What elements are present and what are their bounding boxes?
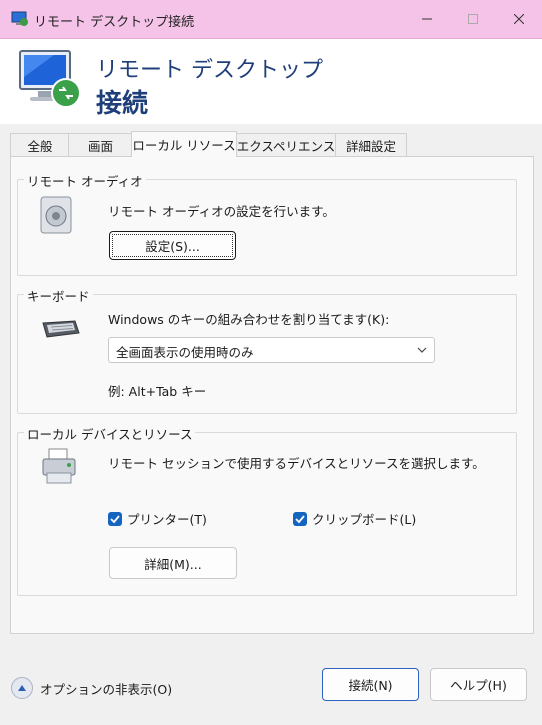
checkmark-icon xyxy=(293,511,307,526)
group-label-keyboard: キーボード xyxy=(24,286,93,305)
hide-options-label: オプションの非表示(O) xyxy=(40,681,173,697)
minimize-button[interactable] xyxy=(404,0,450,38)
remote-desktop-app-icon[interactable] xyxy=(11,11,29,27)
keyboard-icon xyxy=(39,317,81,344)
audio-settings-button[interactable]: 設定(S)... xyxy=(109,231,236,260)
audio-description: リモート オーディオの設定を行います。 xyxy=(108,204,335,219)
keyboard-select-value: 全画面表示の使用時のみ xyxy=(116,345,254,360)
group-remote-audio: リモート オーディオ xyxy=(17,171,517,276)
tab-display[interactable]: 画面 xyxy=(68,133,133,156)
connect-button[interactable]: 接続(N) xyxy=(322,668,419,701)
banner-title-line2: 接続 xyxy=(96,89,149,119)
tab-local-resources[interactable]: ローカル リソース xyxy=(131,131,237,157)
speaker-icon xyxy=(39,195,75,238)
clipboard-checkbox[interactable]: クリップボード(L) xyxy=(293,509,416,528)
close-button[interactable] xyxy=(496,0,542,38)
banner: リモート デスクトップ 接続 xyxy=(0,39,542,124)
maximize-icon xyxy=(468,14,478,24)
remote-desktop-monitor-icon xyxy=(14,45,86,117)
printers-label: プリンター(T) xyxy=(127,512,207,527)
hide-options-toggle[interactable]: オプションの非表示(O) xyxy=(11,677,172,699)
maximize-button[interactable] xyxy=(450,0,496,38)
keyboard-description: Windows のキーの組み合わせを割り当てます(K): xyxy=(108,312,390,327)
checkmark-icon xyxy=(108,511,122,526)
window-title: リモート デスクトップ接続 xyxy=(34,15,195,30)
minimize-icon xyxy=(422,18,432,20)
clipboard-label: クリップボード(L) xyxy=(312,512,417,527)
keyboard-combination-select[interactable]: 全画面表示の使用時のみ xyxy=(108,337,435,363)
help-button[interactable]: ヘルプ(H) xyxy=(430,668,527,701)
close-icon xyxy=(514,14,524,24)
tab-general[interactable]: 全般 xyxy=(10,133,70,156)
chevron-down-icon xyxy=(416,344,428,359)
group-label-remote-audio: リモート オーディオ xyxy=(24,171,146,190)
tab-panel-local-resources: リモート オーディオ リモート オーディオの設定を行います。 設定(S)... … xyxy=(10,156,534,634)
devices-details-button[interactable]: 詳細(M)... xyxy=(109,547,237,579)
devices-description: リモート セッションで使用するデバイスとリソースを選択します。 xyxy=(108,456,485,471)
tab-experience[interactable]: エクスペリエンス xyxy=(235,133,337,156)
printer-icon xyxy=(39,447,79,490)
chevron-up-icon xyxy=(11,677,33,699)
keyboard-example: 例: Alt+Tab キー xyxy=(108,384,207,399)
banner-title-line1: リモート デスクトップ xyxy=(96,58,323,83)
printers-checkbox[interactable]: プリンター(T) xyxy=(108,509,207,528)
group-label-local-devices: ローカル デバイスとリソース xyxy=(24,424,196,443)
title-bar[interactable]: リモート デスクトップ接続 xyxy=(0,0,542,39)
tab-advanced[interactable]: 詳細設定 xyxy=(335,133,407,156)
